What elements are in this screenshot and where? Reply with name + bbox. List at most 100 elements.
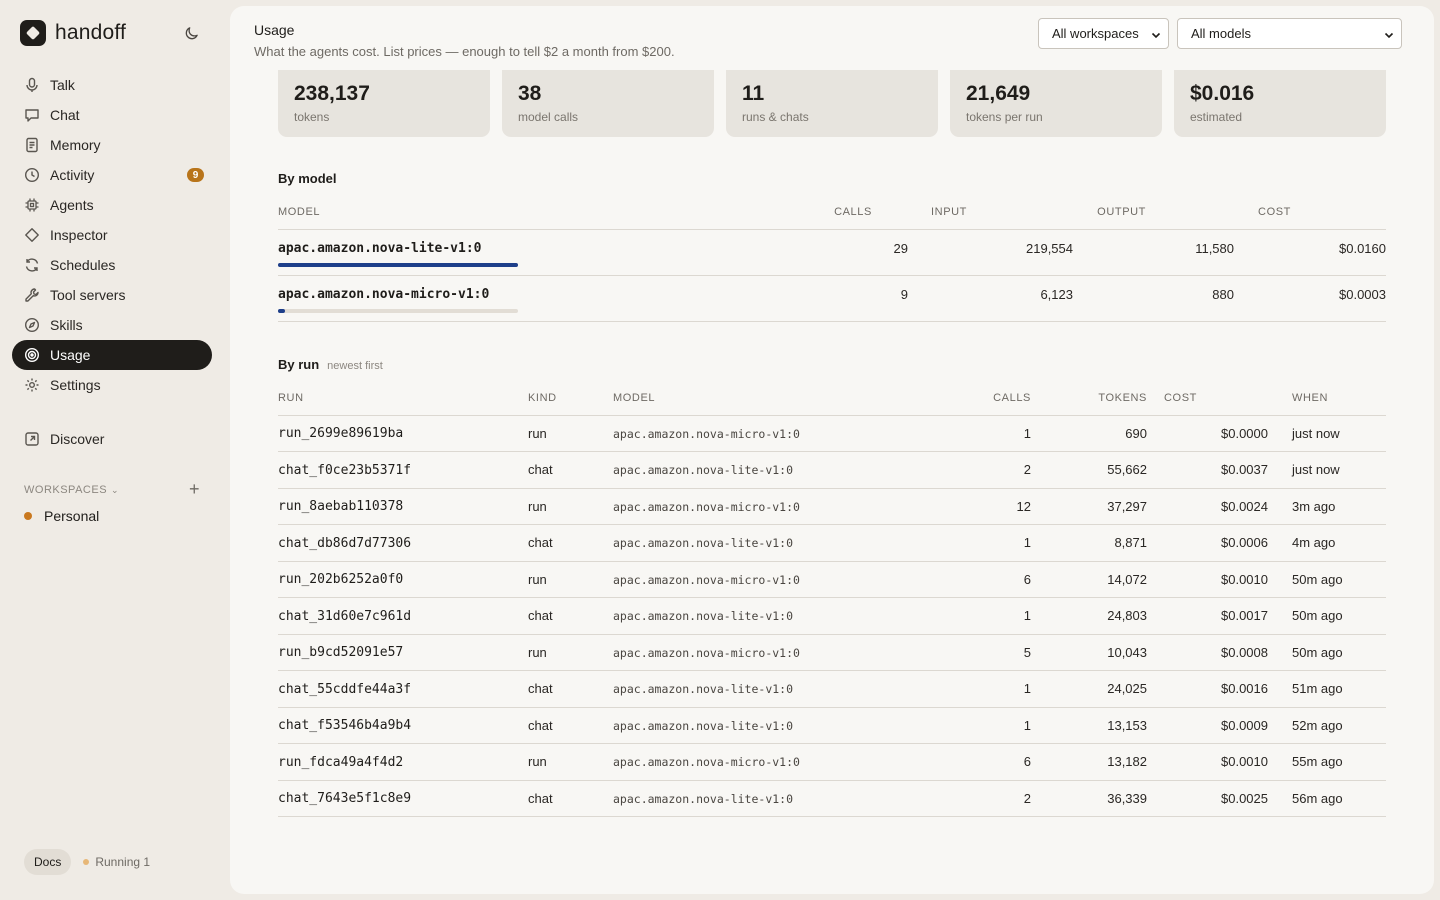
sidebar-item-usage[interactable]: Usage	[12, 340, 212, 370]
output-cell: 11,580	[1073, 229, 1234, 276]
when-cell-text: just now	[1292, 462, 1340, 478]
table-row[interactable]: chat_f53546b4a9b4 chat apac.amazon.nova-li…	[278, 707, 1386, 744]
workspace-item-personal[interactable]: Personal	[24, 506, 99, 526]
sidebar-item-agents[interactable]: Agents	[12, 190, 212, 220]
discover-section: Discover	[12, 424, 212, 454]
stat-value: 11	[742, 82, 765, 105]
cost-cell: $0.0024	[1147, 488, 1268, 525]
table-row[interactable]: run_2699e89619ba run apac.amazon.nova-micr…	[278, 415, 1386, 452]
tokens-cell-text: 13,182	[1107, 754, 1147, 770]
table-row[interactable]: run_202b6252a0f0 run apac.amazon.nova-micr…	[278, 561, 1386, 598]
column-header: MODEL	[278, 196, 758, 230]
when-cell-text: 52m ago	[1292, 717, 1343, 733]
stat-cards: 238,137 tokens 38 model calls 11 runs & …	[278, 70, 1386, 137]
sidebar-item-memory[interactable]: Memory	[12, 130, 212, 160]
tokens-cell: 55,662	[1031, 451, 1147, 489]
sidebar-item-chat[interactable]: Chat	[12, 100, 212, 130]
kind-cell-text: chat	[528, 462, 553, 478]
calls-cell-text: 1	[1023, 681, 1031, 697]
when-cell: just now	[1268, 451, 1386, 489]
kind-cell-text: chat	[528, 681, 553, 697]
sidebar-item-tool-servers[interactable]: Tool servers	[12, 280, 212, 310]
table-row[interactable]: chat_7643e5f1c8e9 chat apac.amazon.nova-li…	[278, 780, 1386, 817]
run-id-cell: run_fdca49a4f4d2	[278, 743, 528, 781]
column-header: TOKENS	[1031, 382, 1147, 416]
table-row[interactable]: run_8aebab110378 run apac.amazon.nova-micr…	[278, 488, 1386, 525]
calls-cell-text: 1	[1023, 608, 1031, 624]
sidebar-item-label: Memory	[50, 137, 101, 153]
section-title-text: By run	[278, 357, 320, 372]
table-row[interactable]: chat_55cddfe44a3f chat apac.amazon.nova-li…	[278, 670, 1386, 708]
sidebar-item-settings[interactable]: Settings	[12, 370, 212, 400]
sidebar-item-label: Inspector	[50, 227, 108, 243]
cost-cell: $0.0003	[1234, 275, 1386, 322]
running-status[interactable]: Running 1	[83, 855, 150, 869]
tokens-cell: 8,871	[1031, 524, 1147, 562]
when-cell-text: 51m ago	[1292, 681, 1343, 697]
table-row[interactable]: chat_db86d7d77306 chat apac.amazon.nova-li…	[278, 524, 1386, 562]
calls-cell-text: 6	[1023, 754, 1031, 770]
table-row[interactable]: chat_f0ce23b5371f chat apac.amazon.nova-li…	[278, 451, 1386, 489]
tokens-cell: 10,043	[1031, 634, 1147, 671]
stat-label: estimated	[1190, 110, 1243, 124]
chat-icon	[23, 106, 41, 124]
table-row[interactable]: run_b9cd52091e57 run apac.amazon.nova-micr…	[278, 634, 1386, 671]
sidebar-item-activity[interactable]: Activity 9	[12, 160, 212, 190]
sidebar-footer: Docs Running 1	[24, 849, 150, 875]
output-cell: 880	[1073, 275, 1234, 322]
table-row[interactable]: run_fdca49a4f4d2 run apac.amazon.nova-micr…	[278, 743, 1386, 781]
sidebar-item-talk[interactable]: Talk	[12, 70, 212, 100]
column-header: MODEL	[613, 382, 930, 416]
model-cell-text: apac.amazon.nova-micro-v1:0	[613, 499, 800, 514]
run-id-cell-text: run_b9cd52091e57	[278, 645, 404, 661]
tokens-cell-text: 13,153	[1107, 717, 1147, 733]
tokens-cell: 24,025	[1031, 670, 1147, 708]
column-header: KIND	[528, 382, 613, 416]
model-cell: apac.amazon.nova-micro-v1:0	[613, 415, 930, 452]
workspace-select-value: All workspaces	[1052, 26, 1139, 41]
run-id-cell-text: chat_55cddfe44a3f	[278, 681, 412, 697]
calls-cell: 12	[930, 488, 1031, 525]
docs-button[interactable]: Docs	[24, 849, 72, 875]
calls-cell-text: 6	[1023, 571, 1031, 587]
cost-cell-text: $0.0006	[1221, 535, 1268, 551]
chevron-down-icon	[1151, 28, 1161, 43]
stat-label: model calls	[518, 110, 579, 124]
calls-cell: 1	[930, 597, 1031, 635]
stat-card-estimated-cost: $0.016 estimated	[1174, 70, 1386, 137]
table-row[interactable]: chat_31d60e7c961d chat apac.amazon.nova-li…	[278, 597, 1386, 635]
model-cell-text: apac.amazon.nova-lite-v1:0	[613, 791, 794, 806]
gear-icon	[23, 376, 41, 394]
sidebar-item-schedules[interactable]: Schedules	[12, 250, 212, 280]
moon-icon[interactable]	[182, 24, 200, 42]
brand[interactable]: handoff	[20, 20, 126, 46]
model-cell: apac.amazon.nova-lite-v1:0	[613, 524, 930, 562]
stat-card-tokens-per-run: 21,649 tokens per run	[950, 70, 1162, 137]
wrench-icon	[23, 286, 41, 304]
model-cell: apac.amazon.nova-micro-v1:0	[613, 634, 930, 671]
page-title: Usage	[254, 22, 295, 38]
sidebar-item-label: Chat	[50, 107, 80, 123]
model-cell-text: apac.amazon.nova-lite-v1:0	[613, 609, 794, 624]
when-cell: 56m ago	[1268, 780, 1386, 817]
sidebar-item-skills[interactable]: Skills	[12, 310, 212, 340]
sidebar: handoff Talk Chat Memory Activity 9 Agen…	[0, 0, 224, 900]
add-workspace-icon[interactable]: +	[189, 480, 200, 498]
model-select[interactable]: All models	[1177, 18, 1402, 49]
kind-cell: run	[528, 561, 613, 598]
workspace-select[interactable]: All workspaces	[1038, 18, 1169, 49]
kind-cell: run	[528, 415, 613, 452]
when-cell-text: 55m ago	[1292, 754, 1343, 770]
tokens-cell-text: 14,072	[1107, 571, 1147, 587]
when-cell: 50m ago	[1268, 597, 1386, 635]
kind-cell: run	[528, 743, 613, 781]
table-row[interactable]: apac.amazon.nova-lite-v1:0 29 219,554 11…	[278, 229, 1386, 276]
sidebar-item-discover[interactable]: Discover	[12, 424, 212, 454]
model-cell-text: apac.amazon.nova-lite-v1:0	[613, 682, 794, 697]
sidebar-item-inspector[interactable]: Inspector	[12, 220, 212, 250]
mic-icon	[23, 76, 41, 94]
table-row[interactable]: apac.amazon.nova-micro-v1:0 9 6,123 880 …	[278, 275, 1386, 322]
stat-card-model-calls: 38 model calls	[502, 70, 714, 137]
workspaces-header[interactable]: WORKSPACES ⌄ +	[24, 480, 200, 498]
when-cell-text: just now	[1292, 425, 1340, 441]
